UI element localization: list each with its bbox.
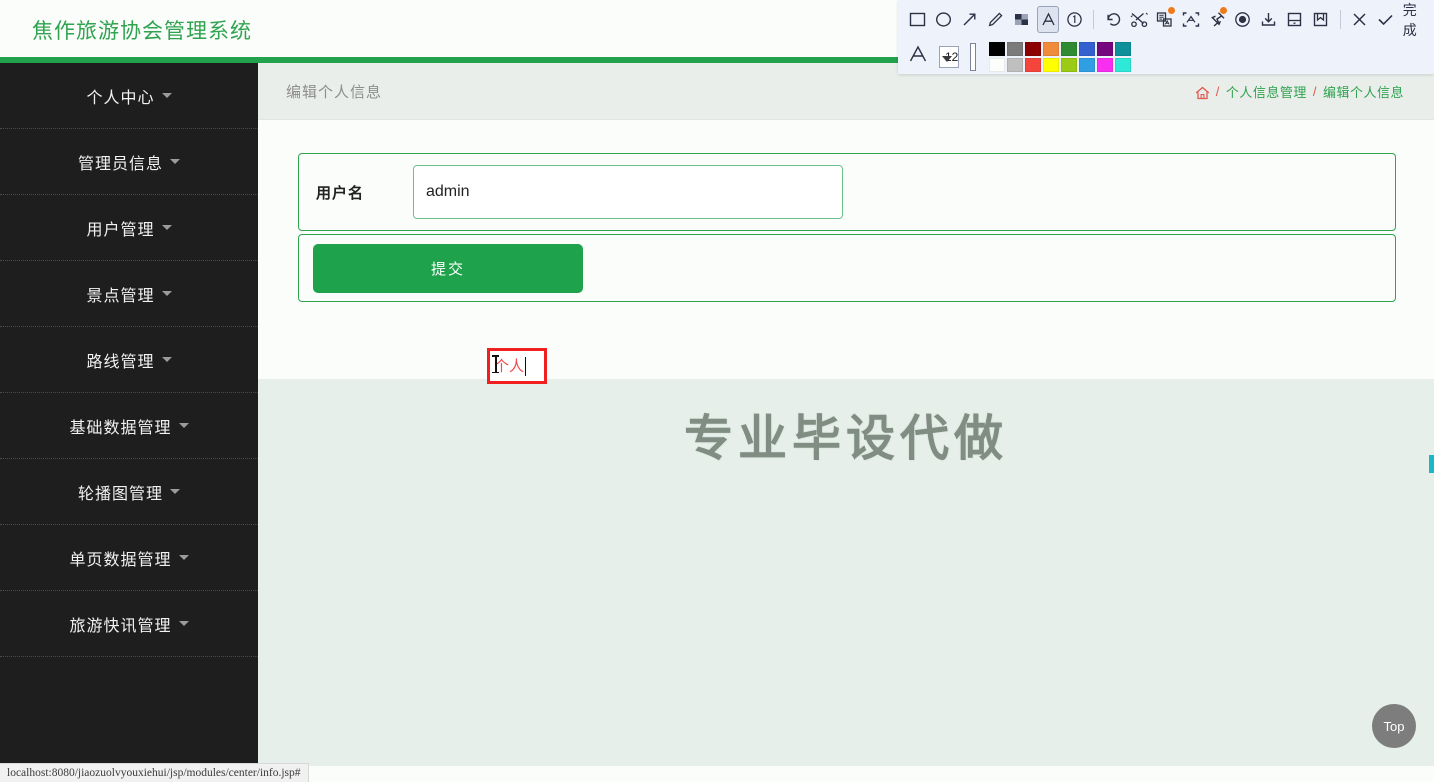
sidebar-item-label: 基础数据管理 bbox=[69, 419, 172, 437]
status-bar-url: localhost:8080/jiaozuolvyouxiehui/jsp/mo… bbox=[0, 763, 309, 782]
font-a-icon bbox=[905, 44, 931, 70]
sidebar-item-label: 个人中心 bbox=[86, 89, 155, 107]
color-swatch[interactable] bbox=[1097, 57, 1114, 72]
color-swatch[interactable] bbox=[1007, 57, 1024, 72]
notification-dot bbox=[1219, 7, 1227, 14]
sidebar-item-single-page-data-management[interactable]: 单页数据管理 bbox=[0, 525, 258, 591]
chevron-down-icon bbox=[178, 621, 189, 626]
annotation-tools-row: 完成 bbox=[898, 0, 1434, 39]
current-color-swatch[interactable] bbox=[970, 42, 977, 71]
chevron-down-icon bbox=[178, 555, 189, 560]
bookmark-icon[interactable] bbox=[1310, 6, 1332, 33]
pencil-icon[interactable] bbox=[985, 6, 1007, 33]
page-title: 编辑个人信息 bbox=[286, 84, 383, 101]
submit-button[interactable]: 提交 bbox=[313, 243, 583, 293]
rectangle-icon[interactable] bbox=[907, 6, 929, 33]
crop-scissors-icon[interactable] bbox=[1128, 6, 1150, 33]
text-caret bbox=[525, 356, 527, 376]
arrow-icon[interactable] bbox=[959, 6, 981, 33]
chevron-down-icon bbox=[170, 489, 180, 494]
color-swatch[interactable] bbox=[1115, 41, 1132, 56]
chevron-down-icon bbox=[161, 93, 172, 98]
toolbar-divider bbox=[1339, 10, 1341, 29]
color-swatch[interactable] bbox=[1115, 57, 1132, 72]
scrollbar-thumb[interactable] bbox=[1429, 455, 1434, 473]
sidebar-item-label: 路线管理 bbox=[86, 353, 155, 371]
breadcrumb-item-personal-info-management[interactable]: 个人信息管理 bbox=[1226, 82, 1307, 101]
sidebar-item-label: 景点管理 bbox=[86, 287, 155, 305]
color-swatch[interactable] bbox=[1061, 57, 1078, 72]
step-number-icon[interactable] bbox=[1063, 6, 1085, 33]
color-palette bbox=[989, 41, 1132, 72]
breadcrumb-item-edit-personal-info[interactable]: 编辑个人信息 bbox=[1323, 82, 1404, 101]
chevron-down-icon bbox=[170, 159, 180, 164]
screenshot-annotation-toolbar: 完成 12 bbox=[898, 0, 1434, 74]
save-icon[interactable] bbox=[1284, 6, 1306, 33]
pin-icon[interactable] bbox=[1206, 6, 1228, 33]
color-swatch[interactable] bbox=[1043, 57, 1060, 72]
sidebar-item-user-management[interactable]: 用户管理 bbox=[0, 195, 258, 261]
close-icon[interactable] bbox=[1349, 6, 1371, 33]
color-swatch[interactable] bbox=[1007, 41, 1024, 56]
mosaic-icon[interactable] bbox=[1011, 6, 1033, 33]
color-swatch[interactable] bbox=[1079, 57, 1096, 72]
toolbar-divider bbox=[1093, 10, 1095, 29]
main-content: 编辑个人信息 / 个人信息管理 / 编辑个人信息 用户名 admin 提交 专业… bbox=[258, 63, 1434, 766]
watermark-text: 专业毕设代做 bbox=[683, 412, 1008, 466]
color-swatch[interactable] bbox=[1097, 41, 1114, 56]
sidebar-item-label: 旅游快讯管理 bbox=[69, 617, 172, 635]
check-icon[interactable] bbox=[1375, 6, 1397, 33]
sidebar-item-label: 管理员信息 bbox=[77, 155, 163, 173]
username-field-row: 用户名 bbox=[298, 153, 1396, 231]
home-icon[interactable] bbox=[1195, 86, 1210, 100]
ocr-icon[interactable] bbox=[1154, 6, 1176, 33]
sidebar-item-personal-center[interactable]: 个人中心 bbox=[0, 63, 258, 129]
color-swatch[interactable] bbox=[1061, 41, 1078, 56]
sidebar-item-route-management[interactable]: 路线管理 bbox=[0, 327, 258, 393]
browser-page: 焦作旅游协会管理系统 个人中心 管理员信息 用户管理 景点管理 路线管理 基础数… bbox=[0, 0, 1434, 782]
breadcrumb-separator: / bbox=[1215, 84, 1220, 99]
sidebar-item-admin-info[interactable]: 管理员信息 bbox=[0, 129, 258, 195]
undo-icon[interactable] bbox=[1102, 6, 1124, 33]
sidebar-item-label: 用户管理 bbox=[86, 221, 155, 239]
color-swatch[interactable] bbox=[1025, 41, 1042, 56]
download-icon[interactable] bbox=[1258, 6, 1280, 33]
font-size-select[interactable]: 12 bbox=[939, 45, 960, 68]
ellipse-icon[interactable] bbox=[933, 6, 955, 33]
submit-row: 提交 bbox=[298, 234, 1396, 302]
breadcrumb: / 个人信息管理 / 编辑个人信息 bbox=[1195, 82, 1404, 101]
chevron-down-icon bbox=[161, 357, 172, 362]
breadcrumb-separator: / bbox=[1312, 84, 1317, 99]
username-input[interactable] bbox=[413, 165, 843, 219]
chevron-down-icon bbox=[161, 291, 172, 296]
color-swatch[interactable] bbox=[989, 57, 1006, 72]
text-style-row: 12 bbox=[898, 39, 1132, 74]
done-button[interactable]: 完成 bbox=[1403, 0, 1427, 40]
sidebar-item-basic-data-management[interactable]: 基础数据管理 bbox=[0, 393, 258, 459]
sidebar-item-travel-news-management[interactable]: 旅游快讯管理 bbox=[0, 591, 258, 657]
sidebar-item-carousel-management[interactable]: 轮播图管理 bbox=[0, 459, 258, 525]
color-swatch[interactable] bbox=[989, 41, 1006, 56]
text-icon[interactable] bbox=[1036, 6, 1060, 33]
extract-text-icon[interactable] bbox=[1180, 6, 1202, 33]
sidebar: 个人中心 管理员信息 用户管理 景点管理 路线管理 基础数据管理 轮播图管理 单… bbox=[0, 63, 258, 766]
color-swatch[interactable] bbox=[1025, 57, 1042, 72]
sidebar-item-label: 单页数据管理 bbox=[69, 551, 172, 569]
color-swatch[interactable] bbox=[1043, 41, 1060, 56]
chevron-down-icon bbox=[178, 423, 189, 428]
text-cursor-icon bbox=[492, 355, 499, 373]
back-to-top-button[interactable]: Top bbox=[1372, 704, 1416, 748]
record-icon[interactable] bbox=[1232, 6, 1254, 33]
chevron-down-icon bbox=[161, 225, 172, 230]
color-swatch[interactable] bbox=[1079, 41, 1096, 56]
sidebar-item-label: 轮播图管理 bbox=[77, 485, 163, 503]
brand-title: 焦作旅游协会管理系统 bbox=[32, 20, 252, 43]
sidebar-item-scenic-management[interactable]: 景点管理 bbox=[0, 261, 258, 327]
notification-dot bbox=[1168, 7, 1176, 14]
username-label: 用户名 bbox=[316, 184, 365, 202]
chevron-down-icon bbox=[942, 55, 953, 62]
